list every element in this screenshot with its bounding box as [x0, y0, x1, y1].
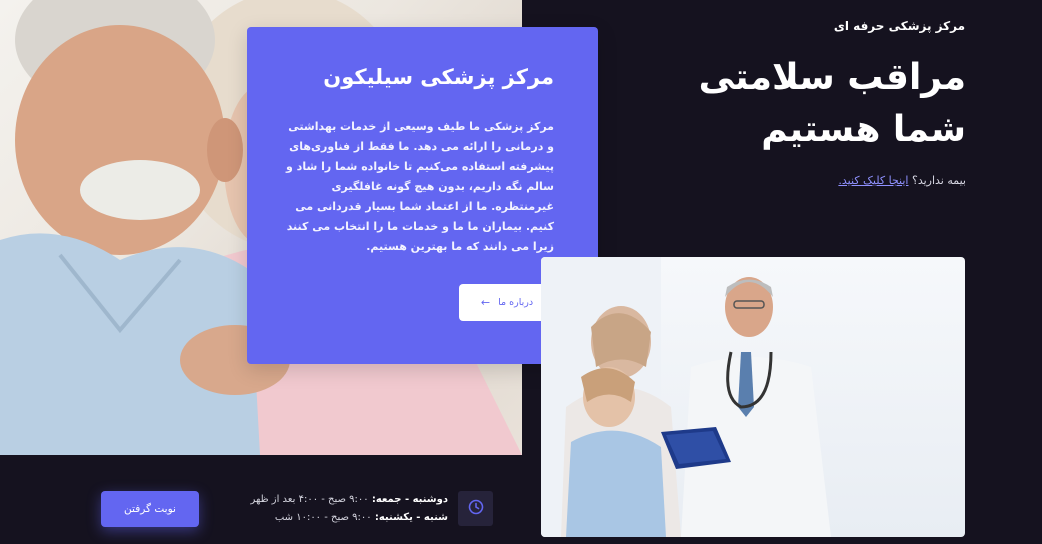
hero-headline-line1: مراقب سلامتی	[698, 57, 966, 98]
hours-icon-box	[458, 491, 493, 526]
insurance-question: بیمه ندارید؟	[911, 174, 966, 187]
hours-weekend-days: شنبه - یکشنبه:	[374, 512, 448, 523]
insurance-link[interactable]: اینجا کلیک کنید.	[838, 174, 908, 187]
doctor-photo	[541, 257, 965, 537]
about-us-button-label: درباره ما	[498, 297, 534, 308]
hero-eyebrow: مرکز پزشکی حرفه ای	[833, 19, 965, 33]
arrow-left-icon: ←	[480, 296, 491, 309]
hours-weekend: شنبه - یکشنبه: ۹:۰۰ صبح - ۱۰:۰۰ شب	[250, 509, 448, 527]
working-hours: دوشنبه - جمعه: ۹:۰۰ صبح - ۴:۰۰ بعد از ظه…	[250, 491, 448, 527]
hours-weekend-time: ۹:۰۰ صبح - ۱۰:۰۰ شب	[274, 512, 372, 523]
hero-headline: مراقب سلامتی شما هستیم	[666, 52, 966, 156]
about-text: مرکز پزشکی ما طیف وسیعی از خدمات بهداشتی…	[286, 120, 554, 253]
hours-weekdays-days: دوشنبه - جمعه:	[371, 494, 448, 505]
about-title: مرکز پزشکی سیلیکون	[323, 65, 554, 89]
insurance-prompt: بیمه ندارید؟ اینجا کلیک کنید.	[838, 174, 966, 187]
hours-weekdays-time: ۹:۰۰ صبح - ۴:۰۰ بعد از ظهر	[250, 494, 369, 505]
hours-weekdays: دوشنبه - جمعه: ۹:۰۰ صبح - ۴:۰۰ بعد از ظه…	[250, 491, 448, 509]
book-appointment-button[interactable]: نوبت گرفتن	[101, 491, 199, 527]
hero-headline-line2: شما هستیم	[761, 109, 966, 150]
clock-icon	[468, 499, 484, 519]
